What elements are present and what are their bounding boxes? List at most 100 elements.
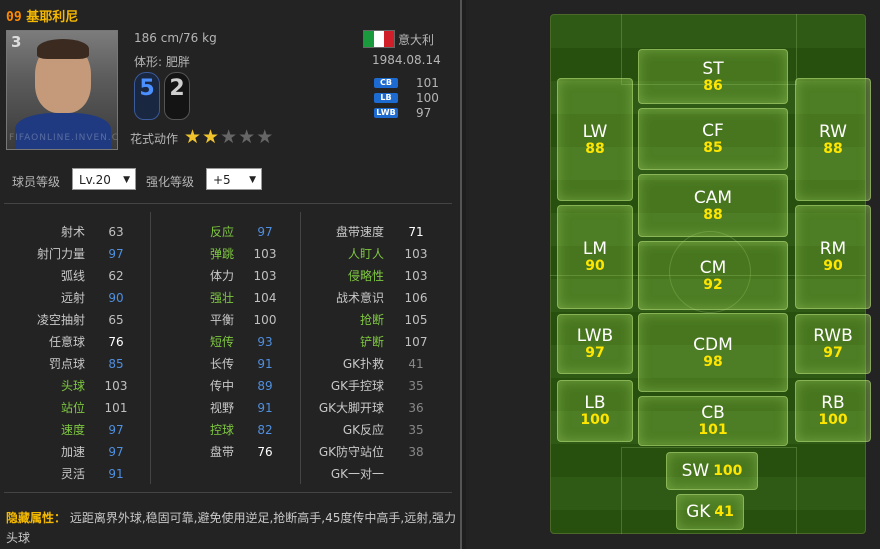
stat-value-text: 36: [408, 401, 424, 415]
position-name: LW: [582, 121, 608, 142]
preferred-foot: 5 2: [130, 72, 190, 120]
position-tile-rw[interactable]: RW 88: [795, 78, 871, 201]
left-foot-rating: 5: [139, 76, 155, 101]
position-tile-lwb[interactable]: LWB 97: [557, 314, 633, 374]
body-type: 体形: 肥胖: [134, 55, 190, 69]
player-name: 基耶利尼: [26, 10, 79, 25]
position-name: RW: [819, 121, 847, 142]
level-label: 球员等级: [12, 175, 61, 189]
stat-value: 71: [401, 221, 431, 243]
position-rating: 41: [714, 503, 734, 520]
position-tile-cb[interactable]: CB 101: [638, 396, 788, 446]
stat-label-text: 人盯人: [347, 247, 384, 261]
stat-label-text: GK防守站位: [318, 445, 384, 459]
position-rating: 100: [713, 462, 743, 479]
stat-label-text: 侵略性: [347, 269, 384, 283]
position-tile-cam[interactable]: CAM 88: [638, 174, 788, 237]
position-tile-rwb[interactable]: RWB 97: [795, 314, 871, 374]
stat-label-text: GK大脚开球: [318, 401, 384, 415]
position-rating: 86: [703, 77, 723, 94]
position-tile-lm[interactable]: LM 90: [557, 205, 633, 309]
player-number: 3: [11, 33, 22, 51]
position-badge: CB: [374, 78, 398, 88]
position-name: LM: [582, 239, 608, 259]
stat-label: 侵略性: [0, 265, 384, 287]
position-tile-lw[interactable]: LW 88: [557, 78, 633, 201]
position-rating-cb: CB 101: [374, 76, 439, 90]
hidden-traits-text: 远距离界外球,稳固可靠,避免使用逆足,抢断高手,45度传中高手,远射,强力头球: [6, 511, 457, 545]
stat-value: 35: [401, 375, 431, 397]
position-rating: 88: [823, 140, 843, 157]
stat-value: 106: [401, 287, 431, 309]
star-empty-icon: ★: [220, 126, 238, 148]
position-name: CAM: [693, 187, 733, 208]
stat-value: 38: [401, 441, 431, 463]
stat-value-text: 103: [404, 269, 428, 283]
position-badge: LB: [374, 93, 398, 103]
position-rating: 90: [823, 258, 843, 274]
position-rating: 90: [585, 258, 605, 274]
stat-value-text: 35: [408, 379, 424, 393]
position-name: LWB: [576, 326, 614, 346]
divider: [4, 203, 452, 204]
position-tile-cf[interactable]: CF 85: [638, 108, 788, 170]
stat-value: 105: [401, 309, 431, 331]
birthdate: 1984.08.14: [372, 53, 441, 67]
stat-value-text: 103: [404, 247, 428, 261]
position-name: CDM: [693, 334, 733, 355]
stat-label-text: GK一对一: [330, 467, 384, 481]
position-name: SW: [681, 460, 710, 481]
stat-value-text: 38: [408, 445, 424, 459]
level-select[interactable]: Lv.20 ▼: [72, 168, 136, 190]
chevron-down-icon: ▼: [249, 175, 256, 185]
position-rating: 88: [703, 206, 723, 223]
stat-label-text: 抢断: [359, 313, 384, 327]
position-name: GK: [686, 501, 711, 522]
player-photo: 3 FIFAONLINE.INVEN.CO.KR: [6, 30, 118, 150]
position-value: 100: [416, 91, 439, 105]
position-rating: 98: [703, 353, 723, 370]
stat-label: 人盯人: [0, 243, 384, 265]
stat-value-text: 35: [408, 423, 424, 437]
position-rating: 100: [580, 412, 610, 428]
hidden-traits: 隐藏属性： 远距离界外球,稳固可靠,避免使用逆足,抢断高手,45度传中高手,远射…: [6, 508, 456, 548]
stat-label-text: 战术意识: [335, 291, 384, 305]
stat-label: GK防守站位: [0, 441, 384, 463]
position-name: CF: [702, 121, 724, 141]
stat-label: 铲断: [0, 331, 384, 353]
position-name: LB: [584, 393, 606, 413]
position-tile-rm[interactable]: RM 90: [795, 205, 871, 309]
position-rating-lb: LB 100: [374, 91, 439, 105]
position-tile-lb[interactable]: LB 100: [557, 380, 633, 442]
right-foot-rating: 2: [169, 76, 185, 101]
position-tile-sw[interactable]: SW 100: [666, 452, 758, 490]
position-tile-st[interactable]: ST 86: [638, 49, 788, 104]
divider: [4, 492, 452, 493]
position-rating: 101: [698, 422, 728, 438]
star-filled-icon: ★: [184, 126, 202, 148]
right-foot-boot-icon: 2: [164, 72, 190, 120]
stat-value-text: 106: [404, 291, 428, 305]
position-tile-cdm[interactable]: CDM 98: [638, 313, 788, 392]
position-value: 97: [416, 106, 432, 120]
season-badge: 09: [6, 10, 22, 25]
player-info-panel: 09 基耶利尼 3 FIFAONLINE.INVEN.CO.KR 186 cm/…: [0, 0, 462, 549]
stat-value: [401, 463, 431, 485]
position-name: CB: [701, 403, 725, 423]
stat-value-text: 41: [408, 357, 424, 371]
photo-hair: [37, 39, 89, 59]
enhance-select-value: +5: [213, 173, 231, 187]
position-tile-cm[interactable]: CM 92: [638, 241, 788, 310]
position-name: CM: [699, 257, 727, 278]
position-tile-gk[interactable]: GK 41: [676, 494, 744, 530]
stat-value-text: 107: [404, 335, 428, 349]
position-rating: 97: [585, 345, 605, 361]
position-value: 101: [416, 76, 439, 90]
photo-watermark: FIFAONLINE.INVEN.CO.KR: [9, 133, 117, 143]
position-tile-rb[interactable]: RB 100: [795, 380, 871, 442]
stat-label-text: GK反应: [342, 423, 384, 437]
level-select-value: Lv.20: [79, 173, 111, 187]
stat-label-text: 盘带速度: [335, 225, 384, 239]
position-rating: 97: [823, 345, 843, 361]
enhance-select[interactable]: +5 ▼: [206, 168, 262, 190]
